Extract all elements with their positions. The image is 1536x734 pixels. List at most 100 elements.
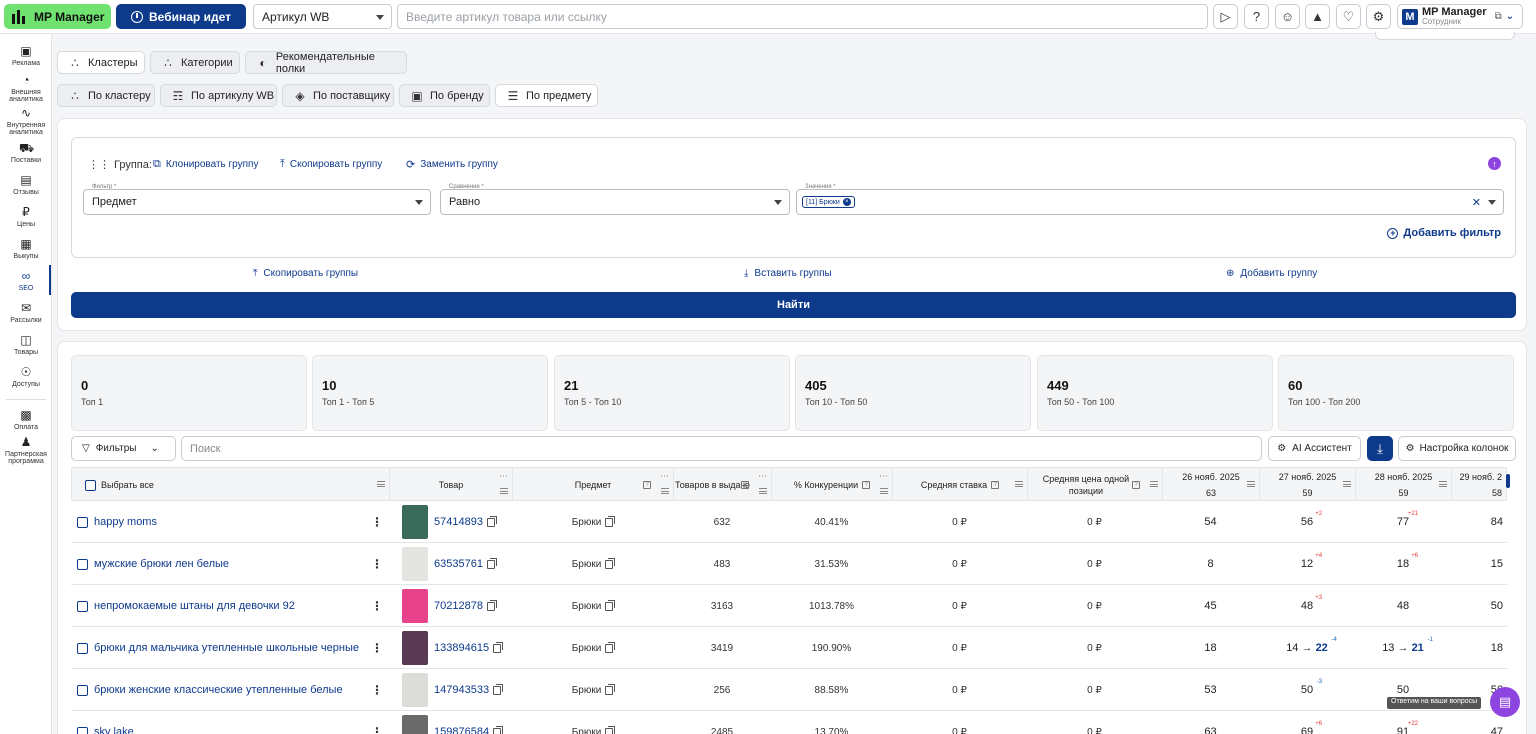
- copy-icon[interactable]: [486, 515, 497, 527]
- sidebar-item-payment[interactable]: ▩ Оплата: [0, 409, 52, 431]
- webinar-button[interactable]: Вебинар идет: [116, 4, 246, 29]
- keyword-link[interactable]: мужские брюки лен белые: [94, 558, 229, 570]
- header-competition[interactable]: % Конкуренции? ⋯: [772, 468, 893, 502]
- help-icon[interactable]: ?: [862, 481, 871, 489]
- article-link[interactable]: 159876584: [434, 726, 489, 734]
- add-filter-button[interactable]: + Добавить фильтр: [1387, 227, 1501, 239]
- column-menu-icon[interactable]: [1015, 481, 1023, 487]
- sidebar-item-mailing[interactable]: ✉ Рассылки: [0, 302, 52, 324]
- select-all-checkbox[interactable]: [85, 479, 96, 491]
- play-icon[interactable]: ▷: [1213, 4, 1238, 29]
- value-chip[interactable]: [11] Брюки ×: [802, 196, 855, 208]
- header-avg-bid[interactable]: Средняя ставка?: [893, 468, 1028, 502]
- sidebar-item-reviews[interactable]: ▤ Отзывы: [0, 174, 52, 196]
- more-vertical-icon[interactable]: ⋮: [371, 515, 383, 529]
- header-date-3[interactable]: 28 нояб. 2025 59: [1356, 468, 1452, 502]
- row-checkbox[interactable]: [77, 600, 88, 612]
- more-vertical-icon[interactable]: ⋮: [371, 599, 383, 613]
- column-menu-icon[interactable]: [1343, 481, 1351, 487]
- table-row[interactable]: sky lake ⋮ 159876584 Брюки 2485 13.70% 0…: [71, 711, 1507, 734]
- filters-button[interactable]: ▽ Фильтры ⌄: [71, 436, 176, 461]
- copy-icon[interactable]: [605, 683, 616, 695]
- table-row[interactable]: непромокаемые штаны для девочки 92 ⋮ 702…: [71, 585, 1507, 627]
- copy-icon[interactable]: [605, 599, 616, 611]
- copy-icon[interactable]: [605, 557, 616, 569]
- tab-by-subject[interactable]: ☰ По предмету: [495, 84, 598, 107]
- collapse-icon[interactable]: ↑: [1488, 157, 1501, 170]
- sidebar-item-ads[interactable]: ▣ Реклама: [0, 45, 52, 67]
- product-thumbnail[interactable]: [402, 673, 428, 707]
- keyword-link[interactable]: sky lake: [94, 726, 134, 734]
- header-date-2[interactable]: 27 нояб. 2025 59: [1260, 468, 1356, 502]
- header-date-4[interactable]: 29 нояб. 2 58: [1452, 468, 1508, 502]
- column-menu-icon[interactable]: [500, 488, 508, 494]
- row-checkbox[interactable]: [77, 558, 88, 570]
- graduation-icon[interactable]: ▲: [1305, 4, 1330, 29]
- row-menu[interactable]: ⋮: [371, 501, 383, 543]
- header-product[interactable]: Товар ⋯: [390, 468, 513, 502]
- row-menu[interactable]: ⋮: [371, 711, 383, 734]
- column-menu-icon[interactable]: [1150, 481, 1158, 487]
- chat-icon[interactable]: ▤: [1490, 687, 1520, 717]
- column-menu-icon[interactable]: [759, 488, 767, 494]
- more-icon[interactable]: ⋯: [660, 470, 669, 482]
- bell-icon[interactable]: ♡: [1336, 4, 1361, 29]
- table-row[interactable]: мужские брюки лен белые ⋮ 63535761 Брюки…: [71, 543, 1507, 585]
- sidebar-item-prices[interactable]: ₽ Цены: [0, 206, 52, 228]
- keyword-link[interactable]: непромокаемые штаны для девочки 92: [94, 600, 295, 612]
- article-input[interactable]: [397, 4, 1208, 29]
- row-menu[interactable]: ⋮: [371, 543, 383, 585]
- compare-select[interactable]: Равно: [440, 189, 790, 215]
- find-button[interactable]: Найти: [71, 292, 1516, 318]
- tab-clusters[interactable]: ∴ Кластеры: [57, 51, 145, 74]
- row-checkbox[interactable]: [77, 516, 88, 528]
- more-vertical-icon[interactable]: ⋮: [371, 725, 383, 734]
- table-row[interactable]: happy moms ⋮ 57414893 Брюки 632 40.41% 0…: [71, 501, 1507, 543]
- column-menu-icon[interactable]: [1247, 481, 1255, 487]
- replace-group-button[interactable]: ⟳ Заменить группу: [406, 158, 498, 171]
- filter-select[interactable]: Предмет: [83, 189, 431, 215]
- copy-icon[interactable]: [605, 725, 616, 734]
- tab-by-brand[interactable]: ▣ По бренду: [399, 84, 490, 107]
- close-icon[interactable]: ×: [842, 198, 851, 206]
- column-menu-icon[interactable]: [880, 488, 888, 494]
- help-icon[interactable]: ?: [741, 481, 749, 489]
- column-menu-icon[interactable]: [377, 481, 385, 487]
- sidebar-item-products[interactable]: ◫ Товары: [0, 334, 52, 356]
- column-menu-icon[interactable]: [661, 488, 669, 494]
- sidebar-item-buyouts[interactable]: ▦ Выкупы: [0, 238, 52, 260]
- table-row[interactable]: брюки женские классические утепленные бе…: [71, 669, 1507, 711]
- article-link[interactable]: 133894615: [434, 642, 489, 654]
- more-icon[interactable]: ⋯: [499, 470, 508, 482]
- row-checkbox[interactable]: [77, 684, 88, 696]
- copy-icon[interactable]: [605, 641, 616, 653]
- more-icon[interactable]: ⋯: [879, 470, 888, 482]
- values-select[interactable]: [11] Брюки × ✕: [796, 189, 1504, 215]
- gear-icon[interactable]: ⚙: [1366, 4, 1391, 29]
- help-icon[interactable]: ?: [991, 481, 1000, 489]
- clear-icon[interactable]: ✕: [1472, 196, 1481, 209]
- article-link[interactable]: 57414893: [434, 516, 483, 528]
- logo-button[interactable]: MP Manager: [4, 4, 111, 29]
- stat-card[interactable]: 10 Топ 1 - Топ 5: [312, 355, 548, 431]
- keyword-link[interactable]: брюки женские классические утепленные бе…: [94, 684, 343, 696]
- copy-icon[interactable]: [486, 557, 497, 569]
- row-checkbox[interactable]: [77, 726, 88, 734]
- help-icon[interactable]: ?: [643, 481, 651, 489]
- tab-categories[interactable]: ∴ Категории: [150, 51, 240, 74]
- article-link[interactable]: 63535761: [434, 558, 483, 570]
- user-menu[interactable]: M MP Manager Сотрудник ⧉ ⌄: [1397, 4, 1523, 29]
- tab-by-cluster[interactable]: ∴ По кластеру: [57, 84, 155, 107]
- help-icon[interactable]: ?: [1132, 481, 1140, 489]
- header-items-count[interactable]: Товаров в выдаче? ⋯: [674, 468, 772, 502]
- tab-by-article[interactable]: ☶ По артикулу WB: [160, 84, 277, 107]
- product-thumbnail[interactable]: [402, 631, 428, 665]
- row-menu[interactable]: ⋮: [371, 585, 383, 627]
- copy-icon[interactable]: [493, 641, 504, 653]
- article-link[interactable]: 70212878: [434, 600, 483, 612]
- stat-card[interactable]: 449 Топ 50 - Топ 100: [1037, 355, 1273, 431]
- smile-icon[interactable]: ☺: [1275, 4, 1300, 29]
- article-type-select[interactable]: Артикул WB: [253, 4, 392, 29]
- copy-group-button[interactable]: ⤒ Скопировать группу: [280, 158, 382, 171]
- row-checkbox[interactable]: [77, 642, 88, 654]
